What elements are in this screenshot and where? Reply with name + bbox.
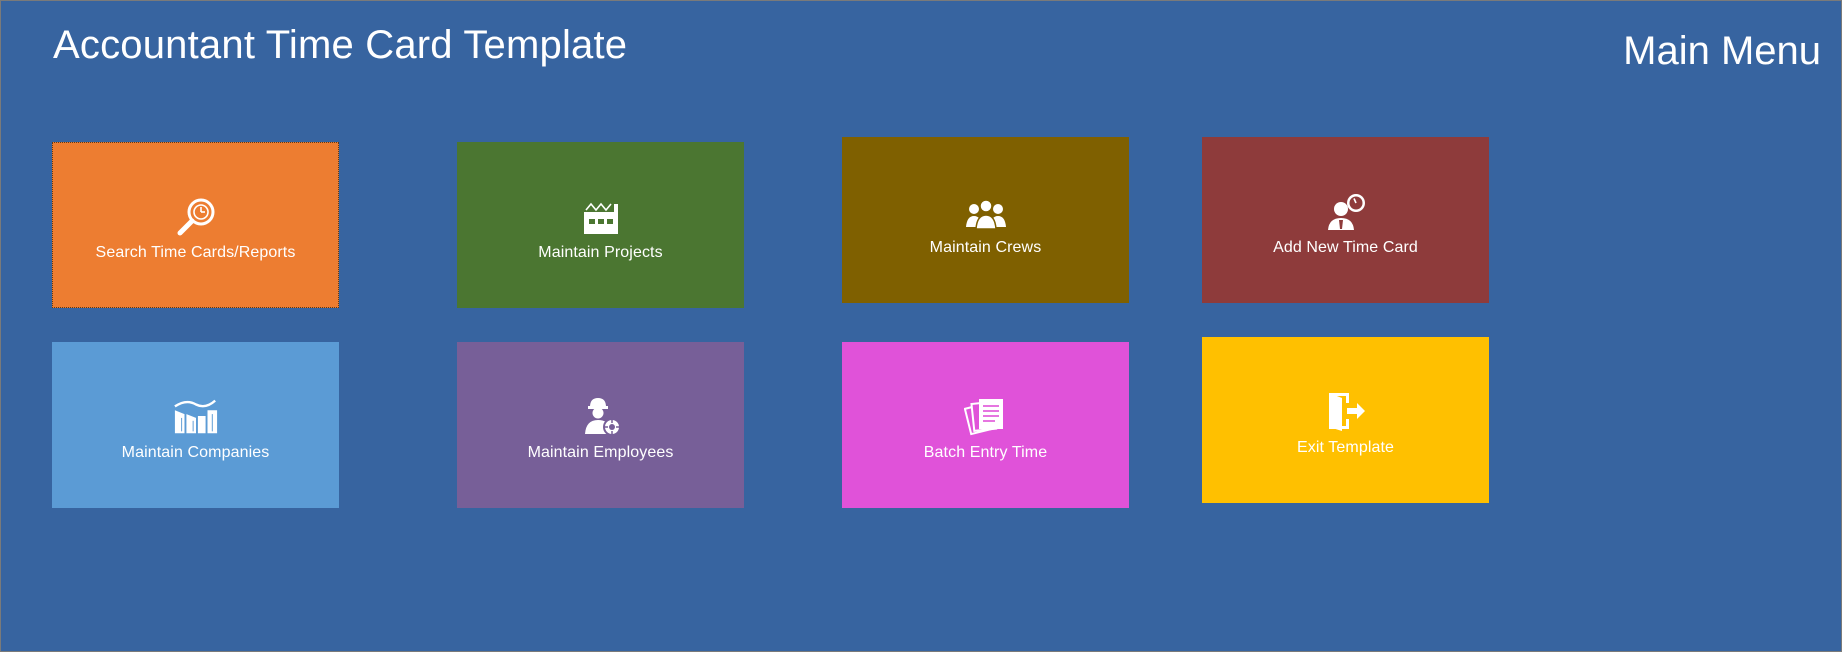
- search-clock-icon: [173, 194, 219, 236]
- documents-icon: [963, 394, 1009, 436]
- menu-title: Main Menu: [1623, 29, 1821, 73]
- buildings-icon: [173, 394, 219, 436]
- group-icon: [963, 189, 1009, 231]
- tile-label: Maintain Projects: [538, 244, 663, 261]
- tile-label: Maintain Crews: [929, 239, 1042, 256]
- batch-entry-time-button[interactable]: Batch Entry Time: [842, 342, 1129, 508]
- maintain-crews-button[interactable]: Maintain Crews: [842, 137, 1129, 303]
- worker-gear-icon: [578, 394, 624, 436]
- tile-label: Add New Time Card: [1273, 239, 1418, 256]
- factory-icon: [578, 194, 624, 236]
- person-clock-icon: [1323, 189, 1369, 231]
- tile-label: Search Time Cards/Reports: [95, 244, 296, 261]
- exit-door-icon: [1323, 389, 1369, 431]
- maintain-companies-button[interactable]: Maintain Companies: [52, 342, 339, 508]
- tile-label: Exit Template: [1296, 439, 1395, 456]
- maintain-employees-button[interactable]: Maintain Employees: [457, 342, 744, 508]
- maintain-projects-button[interactable]: Maintain Projects: [457, 142, 744, 308]
- search-time-cards-button[interactable]: Search Time Cards/Reports: [52, 142, 339, 308]
- exit-template-button[interactable]: Exit Template: [1202, 337, 1489, 503]
- add-new-time-card-button[interactable]: Add New Time Card: [1202, 137, 1489, 303]
- tile-label: Maintain Employees: [527, 444, 674, 461]
- app-title: Accountant Time Card Template: [53, 23, 628, 67]
- tile-label: Batch Entry Time: [923, 444, 1048, 461]
- tile-label: Maintain Companies: [121, 444, 270, 461]
